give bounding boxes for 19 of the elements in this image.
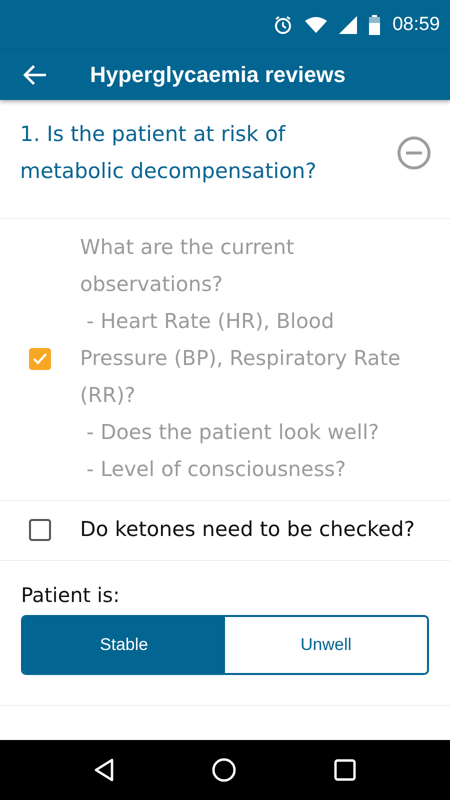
back-nav-icon[interactable]: [94, 758, 114, 782]
signal-icon: [339, 16, 358, 34]
checklist-text: What are the current observations? - Heart Rate (HR), Blood Pressure (BP), Respiratory Rate (RR)? - Does the patient look well? - Level of consciousness?: [80, 234, 402, 483]
patient-status-label: Patient is:: [21, 583, 121, 607]
checklist-text: Do ketones need to be checked?: [80, 516, 416, 543]
question-title: 1. Is the patient at risk of metabolic decompensation?: [20, 121, 318, 185]
screen-title: Hyperglycaemia reviews: [90, 62, 346, 88]
back-button[interactable]: [22, 64, 48, 86]
checkbox[interactable]: [29, 518, 51, 540]
status-option[interactable]: Stable: [23, 617, 225, 673]
collapse-icon[interactable]: [396, 135, 432, 171]
alarm-icon: [273, 15, 294, 35]
battery-icon: [369, 15, 380, 35]
home-nav-icon[interactable]: [212, 758, 236, 782]
wifi-icon: [305, 17, 328, 33]
clock-time: 08:59: [392, 14, 440, 36]
recents-nav-icon[interactable]: [334, 759, 356, 781]
check-icon: [32, 352, 48, 366]
checkbox[interactable]: [29, 348, 51, 370]
